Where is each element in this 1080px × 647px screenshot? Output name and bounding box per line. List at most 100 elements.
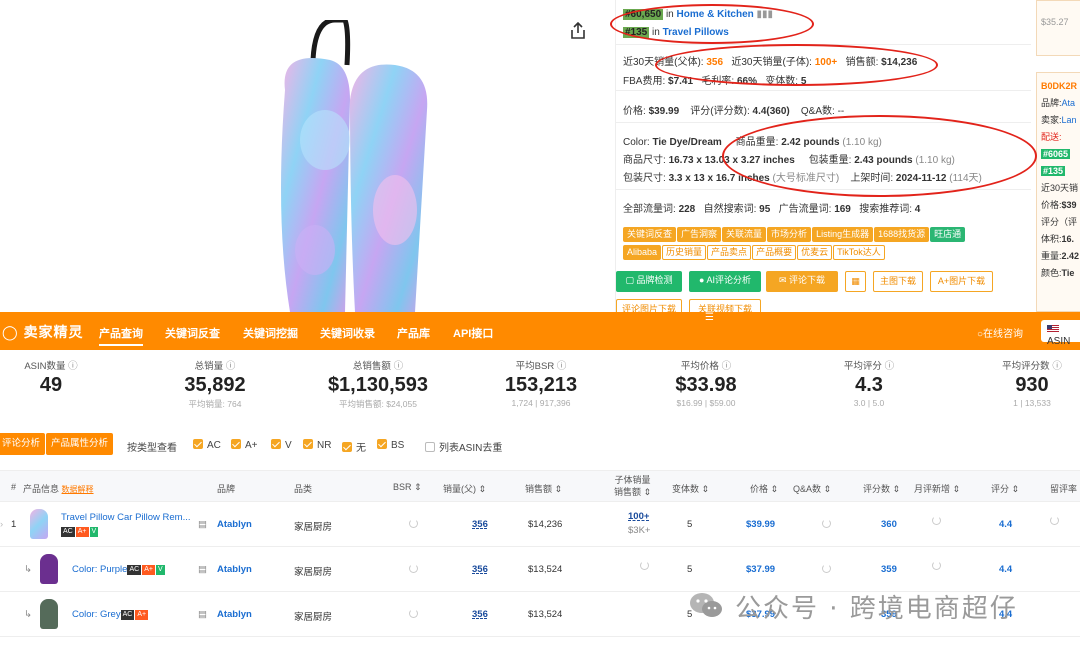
traffic-row: 全部流量词: 228 自然搜索词: 95 广告流量词: 169 搜索推荐词: 4: [623, 204, 921, 215]
tool-tags: 关键词反查 广告洞察 关联流量 市场分析 Listing生成器 1688找货源 旺店通 Al…: [623, 227, 1023, 263]
share-icon[interactable]: [570, 22, 586, 40]
wechat-icon: [690, 593, 722, 617]
sort-bsr[interactable]: BSR ⇕: [393, 482, 422, 493]
sort-qa[interactable]: Q&A数 ⇕: [793, 482, 831, 495]
nav-product-search[interactable]: 产品查询: [99, 325, 143, 346]
filter-nr-checkbox[interactable]: NR: [303, 439, 331, 451]
ai-review-button[interactable]: ● AI评论分析: [689, 271, 761, 292]
tag-market-analysis[interactable]: 市场分析: [767, 227, 812, 242]
filter-v-checkbox[interactable]: V: [271, 439, 292, 451]
variant-title-link[interactable]: Color: Grey AC A+: [72, 609, 149, 620]
logo: ◯ 卖家精灵: [2, 324, 84, 340]
sort-variants[interactable]: 变体数 ⇕: [672, 482, 709, 495]
side-product-card: $35.27 B0DK2R 品牌:Ata 卖家:Lan 配送: #6065 #1…: [1033, 0, 1080, 312]
brand-check-button[interactable]: ▢ 品牌检测: [616, 271, 682, 292]
filter-ac-checkbox[interactable]: AC: [193, 439, 221, 451]
filter-aplus-checkbox[interactable]: A+: [231, 439, 258, 451]
sort-rating[interactable]: 评分 ⇕: [991, 482, 1019, 495]
child-sales-link[interactable]: 100+: [628, 511, 649, 522]
tag-history-sales[interactable]: 历史销量: [662, 245, 707, 260]
sort-reviews[interactable]: 评分数 ⇕: [863, 482, 900, 495]
nav-keyword-mining[interactable]: 关键词挖掘: [243, 325, 298, 341]
tag-listing-generator[interactable]: Listing生成器: [812, 227, 874, 242]
nav-api[interactable]: API接口: [453, 325, 493, 341]
nav-keyword-reverse[interactable]: 关键词反查: [165, 325, 220, 341]
tag-ad-insight[interactable]: 广告洞察: [677, 227, 722, 242]
tag-selling-points[interactable]: 产品卖点: [707, 245, 752, 260]
product-image: [281, 20, 428, 312]
product-thumbnail[interactable]: [40, 599, 58, 629]
attribute-analysis-button[interactable]: 产品属性分析: [46, 433, 114, 455]
tag-product-summary[interactable]: 产品概要: [752, 245, 797, 260]
loading-icon: [1050, 516, 1059, 528]
country-select[interactable]: ASIN: [1041, 320, 1080, 347]
annotation-oval: [722, 115, 1037, 197]
loading-icon: [822, 519, 831, 531]
price-row: 价格: $39.99 评分(评分数): 4.4(360) Q&A数: --: [623, 106, 845, 117]
brand-link[interactable]: Atablyn: [217, 609, 252, 620]
data-explain-link[interactable]: 数据解释: [62, 485, 94, 494]
review-download-button[interactable]: ✉ 评论下载: [766, 271, 838, 292]
product-thumbnail[interactable]: [40, 554, 58, 584]
type-view-label: 按类型查看: [127, 443, 177, 454]
tag-1688-source[interactable]: 1688找货源: [874, 227, 930, 242]
sales-link[interactable]: 356: [472, 519, 488, 530]
review-analysis-button[interactable]: 评论分析: [0, 433, 46, 455]
watermark-text: 公众号 · 跨境电商超仔: [735, 594, 1018, 624]
loading-icon: [409, 609, 418, 621]
sales-link[interactable]: 356: [472, 564, 488, 575]
top-nav: ◯ 卖家精灵 产品查询 关键词反查 关键词挖掘 关键词收录 产品库 API接口 …: [0, 312, 1080, 350]
dedupe-checkbox[interactable]: 列表ASIN去重: [425, 439, 502, 454]
brand-link[interactable]: Atablyn: [217, 564, 252, 575]
stat-total-sales: 总销量 ⓘ 35,892 平均销量: 764: [184, 361, 246, 409]
nav-keyword-index[interactable]: 关键词收录: [320, 325, 375, 341]
calculator-icon[interactable]: ▦: [845, 271, 866, 292]
nav-product-library[interactable]: 产品库: [397, 325, 430, 341]
filter-bs-checkbox[interactable]: BS: [377, 439, 404, 451]
tag-youmaiyun[interactable]: 优麦云: [797, 245, 833, 260]
brand-link[interactable]: Atablyn: [217, 519, 252, 530]
stat-total-revenue: 总销售额 ⓘ $1,130,593 平均销售额: $24,055: [327, 361, 429, 409]
stat-avg-rating: 平均评分 ⓘ 4.3 3.0 | 5.0: [843, 361, 895, 408]
product-detail-area: #60,650 in Home & Kitchen ▮▮▮ #135 in Tr…: [0, 0, 1080, 312]
copy-icon: ▤: [198, 564, 207, 575]
sort-revenue[interactable]: 销售额 ⇕: [525, 482, 562, 495]
filter-none-checkbox[interactable]: 无: [342, 439, 366, 454]
loading-icon: [640, 561, 649, 573]
copy-icon: ▤: [198, 609, 207, 620]
sort-price[interactable]: 价格 ⇕: [750, 482, 778, 495]
annotation-oval: [655, 44, 938, 86]
tag-tiktok[interactable]: TikTok达人: [833, 245, 885, 260]
table-row[interactable]: ↳ Color: Purple AC A+ V ▤ Atablyn 家居厨房 356 …: [0, 547, 1080, 592]
tag-keyword-reverse[interactable]: 关键词反查: [623, 227, 677, 242]
loading-icon: [409, 519, 418, 531]
table-header: # 产品信息 数据解释 品牌 品类 BSR ⇕ 销量(父) ⇕ 销售额 ⇕ 子体…: [0, 470, 1080, 502]
tag-wangdiantong[interactable]: 旺店通: [930, 227, 966, 242]
loading-icon: [409, 564, 418, 576]
product-title-link[interactable]: Travel Pillow Car Pillow Rem...: [61, 512, 191, 523]
review-image-download-button[interactable]: 评论图片下载: [616, 299, 682, 312]
tag-related-traffic[interactable]: 关联流量: [722, 227, 767, 242]
sales-link[interactable]: 356: [472, 609, 488, 620]
tag-alibaba[interactable]: Alibaba: [623, 245, 662, 260]
sort-sales[interactable]: 销量(父) ⇕: [443, 482, 486, 495]
table-row[interactable]: › 1 Travel Pillow Car Pillow Rem... AC A+…: [0, 502, 1080, 547]
stat-asin-count: ASIN数量 ⓘ 49: [24, 361, 78, 396]
flag-us-icon: [1047, 325, 1059, 333]
aplus-download-button[interactable]: A+图片下载: [930, 271, 993, 292]
collapse-icon[interactable]: ☰: [705, 312, 714, 323]
product-thumbnail[interactable]: [30, 509, 48, 539]
stat-avg-price: 平均价格 ⓘ $33.98 $16.99 | $59.00: [675, 361, 737, 408]
stat-avg-reviews: 平均评分数 ⓘ 930 1 | 13,533: [1002, 361, 1062, 408]
stat-avg-bsr: 平均BSR ⓘ 153,213 1,724 | 917,396: [504, 361, 578, 408]
loading-icon: [822, 564, 831, 576]
logo-icon: ◯: [2, 324, 19, 340]
loading-icon: [932, 561, 941, 573]
related-video-download-button[interactable]: 关联视频下载: [689, 299, 761, 312]
main-image-download-button[interactable]: 主图下载: [873, 271, 923, 292]
variant-title-link[interactable]: Color: Purple AC A+ V: [72, 564, 166, 575]
sort-monthly-new[interactable]: 月评新增 ⇕: [914, 482, 960, 495]
annotation-oval: [610, 4, 814, 44]
copy-icon: ▤: [198, 519, 207, 530]
online-consult[interactable]: ○在线咨询: [977, 325, 1023, 340]
